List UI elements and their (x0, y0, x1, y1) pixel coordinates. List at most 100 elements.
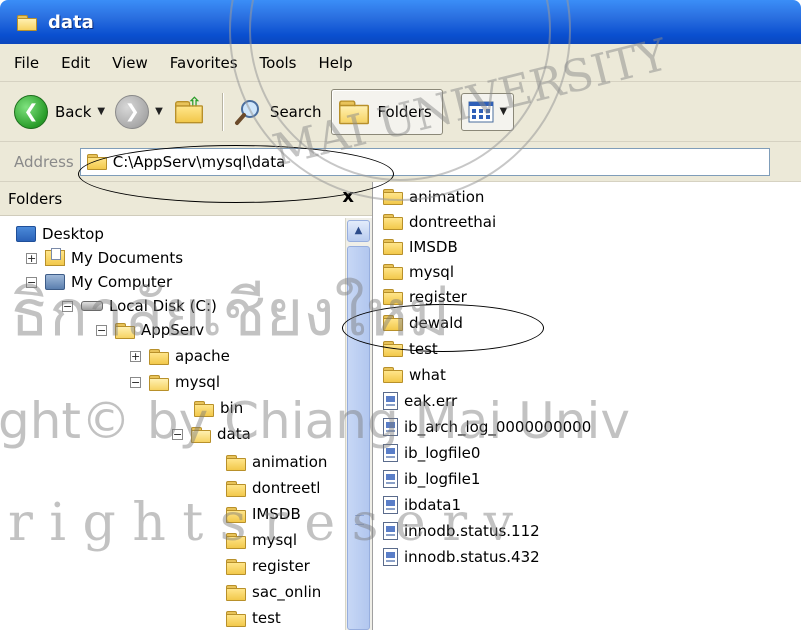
address-input[interactable]: C:\AppServ\mysql\data (79, 147, 770, 176)
search-button[interactable]: Search (233, 90, 322, 134)
explorer-window: data File Edit View Favorites Tools Help… (0, 0, 801, 630)
tree-item-imsdb[interactable]: IMSDB (226, 502, 301, 526)
menu-view[interactable]: View (112, 54, 148, 72)
tree-item-data[interactable]: − data (172, 422, 251, 446)
menu-tools[interactable]: Tools (260, 54, 297, 72)
folders-button[interactable]: Folders (331, 88, 443, 135)
file-item[interactable]: ib_logfile0 (383, 440, 480, 465)
scrollbar-thumb[interactable] (347, 246, 370, 630)
file-item[interactable]: ibdata1 (383, 492, 461, 517)
tree-item-label: animation (252, 453, 328, 471)
back-dropdown-icon[interactable]: ▼ (97, 106, 105, 117)
file-item[interactable]: mysql (383, 259, 454, 284)
address-folder-icon (86, 154, 107, 170)
tree-item-appserv[interactable]: − AppServ (96, 318, 204, 342)
folder-icon (383, 239, 403, 255)
folders-scrollbar[interactable]: ▲ (345, 218, 372, 630)
folder-open-icon (115, 322, 135, 339)
folder-icon (226, 532, 246, 549)
file-name: animation (409, 187, 485, 206)
folders-pane-header: Folders x (0, 182, 372, 216)
back-button[interactable]: ❮ Back ▼ (14, 90, 105, 134)
file-name: test (409, 339, 438, 358)
tree-item-sac-online[interactable]: sac_onlin (226, 580, 321, 604)
file-item[interactable]: animation (383, 184, 484, 209)
collapse-icon[interactable]: − (96, 324, 107, 336)
folder-icon (226, 584, 246, 601)
file-item-dewald[interactable]: dewald (383, 310, 463, 335)
expand-icon[interactable]: + (130, 350, 141, 362)
forward-dropdown-icon[interactable]: ▼ (155, 106, 163, 117)
menu-help[interactable]: Help (319, 54, 353, 72)
address-path[interactable]: C:\AppServ\mysql\data (113, 153, 286, 171)
document-icon (383, 547, 398, 566)
file-name: ib_arch_log_0000000000 (404, 417, 592, 436)
file-name: mysql (409, 262, 454, 281)
collapse-icon[interactable]: − (62, 300, 73, 312)
file-name: ibdata1 (404, 495, 462, 514)
folders-label: Folders (377, 102, 432, 121)
file-item[interactable]: test (383, 336, 438, 361)
file-name: what (409, 365, 446, 384)
back-arrow-icon: ❮ (14, 94, 48, 129)
folder-icon (383, 289, 403, 305)
file-item[interactable]: eak.err (383, 388, 457, 413)
tree-item-label: My Documents (71, 249, 184, 267)
tree-item-register[interactable]: register (226, 554, 310, 578)
file-item[interactable]: ib_arch_log_0000000000 (383, 414, 591, 439)
file-item[interactable]: what (383, 362, 446, 387)
collapse-icon[interactable]: − (172, 428, 183, 440)
tree-item-test[interactable]: test (226, 606, 281, 630)
file-item[interactable]: innodb.status.432 (383, 544, 540, 569)
scroll-up-icon[interactable]: ▲ (347, 220, 370, 242)
menu-favorites[interactable]: Favorites (170, 54, 238, 72)
folder-tree: Desktop + My Documents − My Computer − L… (0, 218, 345, 630)
tree-item-label: Local Disk (C:) (109, 297, 217, 315)
tree-item-dontreethai[interactable]: dontreetl (226, 476, 320, 500)
folder-icon (194, 400, 214, 417)
tree-item-mysql[interactable]: − mysql (130, 370, 220, 394)
folders-pane: Folders x Desktop + My Documents − My Co… (0, 182, 373, 630)
expand-icon[interactable]: + (26, 252, 37, 264)
address-label: Address (14, 152, 74, 171)
tree-item-apache[interactable]: + apache (130, 344, 230, 368)
file-item[interactable]: register (383, 284, 467, 309)
tree-item-local-disk[interactable]: − Local Disk (C:) (62, 294, 217, 318)
file-item[interactable]: ib_logfile1 (383, 466, 480, 491)
address-bar: Address C:\AppServ\mysql\data (0, 142, 801, 182)
file-name: ib_logfile1 (404, 469, 481, 488)
views-button[interactable]: ▼ (460, 92, 515, 131)
tree-item-bin[interactable]: bin (194, 396, 243, 420)
collapse-icon[interactable]: − (130, 376, 141, 388)
document-icon (383, 417, 398, 436)
file-item[interactable]: innodb.status.112 (383, 518, 540, 543)
up-folder-button[interactable]: ⇧ (174, 90, 203, 134)
search-icon (234, 99, 259, 125)
folder-open-icon (149, 374, 169, 391)
folder-icon (14, 12, 40, 32)
tree-item-mysql-db[interactable]: mysql (226, 528, 297, 552)
document-icon (383, 391, 398, 410)
title-bar[interactable]: data (0, 0, 801, 44)
forward-button[interactable]: ❯ ▼ (115, 90, 163, 134)
menu-file[interactable]: File (14, 54, 39, 72)
file-item[interactable]: dontreethai (383, 209, 496, 234)
collapse-icon[interactable]: − (26, 276, 37, 288)
menu-bar: File Edit View Favorites Tools Help (0, 44, 801, 82)
folder-icon (383, 264, 403, 280)
folder-icon (149, 348, 169, 365)
folder-icon (383, 367, 403, 383)
tree-item-label: test (252, 609, 281, 627)
tree-item-my-computer[interactable]: − My Computer (26, 270, 172, 294)
folder-icon (226, 506, 246, 523)
menu-edit[interactable]: Edit (61, 54, 90, 72)
tree-item-label: mysql (175, 373, 220, 391)
tree-item-my-documents[interactable]: + My Documents (26, 246, 183, 270)
folder-icon (226, 454, 246, 471)
close-icon[interactable]: x (342, 186, 354, 207)
file-item[interactable]: IMSDB (383, 234, 458, 259)
views-dropdown-icon: ▼ (499, 106, 508, 117)
search-label: Search (269, 102, 322, 121)
tree-item-animation[interactable]: animation (226, 450, 327, 474)
tree-item-desktop[interactable]: Desktop (16, 222, 104, 246)
